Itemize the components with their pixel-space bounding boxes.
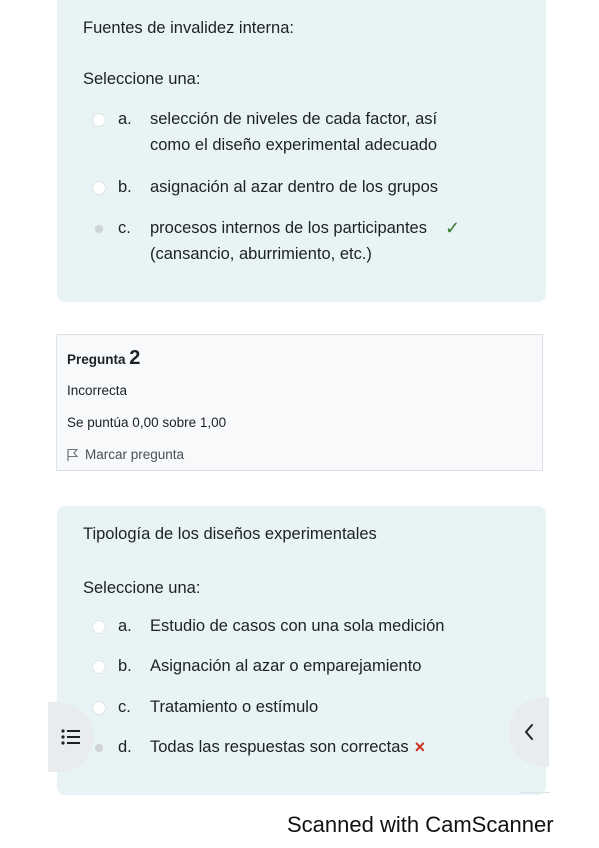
- answer-option-b[interactable]: b. asignación al azar dentro de los grup…: [92, 174, 536, 200]
- question-2-info: Pregunta 2 Incorrecta Se puntúa 0,00 sob…: [56, 334, 543, 471]
- answer-letter: a.: [118, 110, 132, 128]
- answer-option-a[interactable]: a. selección de niveles de cada factor, …: [92, 106, 536, 158]
- radio-button[interactable]: [92, 660, 106, 674]
- answer-text: asignación al azar dentro de los grupos: [150, 178, 439, 196]
- question-1-prompt: Seleccione una:: [83, 70, 201, 88]
- question-2-text: Tipología de los diseños experimentales: [83, 525, 377, 543]
- cross-icon: ×: [414, 737, 426, 757]
- answer-option-b[interactable]: b. Asignación al azar o emparejamiento: [92, 653, 536, 679]
- question-1-text: Fuentes de invalidez interna:: [83, 19, 294, 37]
- answer-letter: b.: [118, 178, 132, 196]
- radio-button-selected[interactable]: [95, 744, 103, 752]
- answer-letter: c.: [118, 698, 131, 716]
- answer-text: Asignación al azar o emparejamiento: [150, 657, 422, 675]
- answer-text: Estudio de casos con una sola medición: [150, 617, 445, 635]
- radio-button[interactable]: [92, 620, 106, 634]
- answer-text-line: procesos internos de los participantes: [150, 219, 427, 237]
- divider: [520, 792, 550, 793]
- answer-text-line: (cansancio, aburrimiento, etc.): [150, 245, 372, 263]
- list-icon: [61, 729, 80, 745]
- answer-text-line: selección de niveles de cada factor, así: [150, 110, 438, 128]
- answer-letter: a.: [118, 617, 132, 635]
- answer-text: Tratamiento o estímulo: [150, 698, 319, 716]
- radio-button[interactable]: [92, 181, 106, 195]
- radio-button[interactable]: [92, 701, 106, 715]
- question-label: Pregunta: [67, 352, 126, 367]
- flag-label: Marcar pregunta: [85, 447, 185, 462]
- answer-text: Todas las respuestas son correctas: [150, 738, 409, 756]
- radio-button[interactable]: [92, 113, 106, 127]
- answer-letter: d.: [118, 738, 132, 756]
- radio-button-selected[interactable]: [95, 225, 103, 233]
- answer-text: procesos internos de los participantes (…: [150, 215, 427, 267]
- chevron-left-icon: [525, 724, 533, 740]
- question-1-content: Fuentes de invalidez interna: Seleccione…: [57, 0, 546, 302]
- answer-text: selección de niveles de cada factor, así…: [150, 106, 437, 158]
- answer-letter: b.: [118, 657, 132, 675]
- camscanner-watermark: Scanned with CamScanner: [287, 812, 554, 837]
- answer-option-c[interactable]: c. procesos internos de los participante…: [92, 215, 536, 267]
- answer-text-line: como el diseño experimental adecuado: [150, 136, 438, 154]
- question-state: Incorrecta: [67, 383, 128, 398]
- question-2-content: Tipología de los diseños experimentales …: [57, 506, 546, 795]
- question-number: Pregunta 2: [67, 347, 140, 370]
- flag-question-link[interactable]: Marcar pregunta: [67, 447, 184, 462]
- answer-letter: c.: [118, 219, 131, 237]
- answer-option-c[interactable]: c. Tratamiento o estímulo: [92, 694, 536, 720]
- question-2-prompt: Seleccione una:: [83, 579, 201, 597]
- answer-option-d[interactable]: d. Todas las respuestas son correctas ×: [92, 734, 536, 760]
- question-grade: Se puntúa 0,00 sobre 1,00: [67, 415, 227, 430]
- question-number-value: 2: [129, 347, 141, 369]
- check-icon: ✓: [445, 218, 461, 238]
- flag-icon: [67, 448, 79, 461]
- answer-option-a[interactable]: a. Estudio de casos con una sola medició…: [92, 613, 536, 639]
